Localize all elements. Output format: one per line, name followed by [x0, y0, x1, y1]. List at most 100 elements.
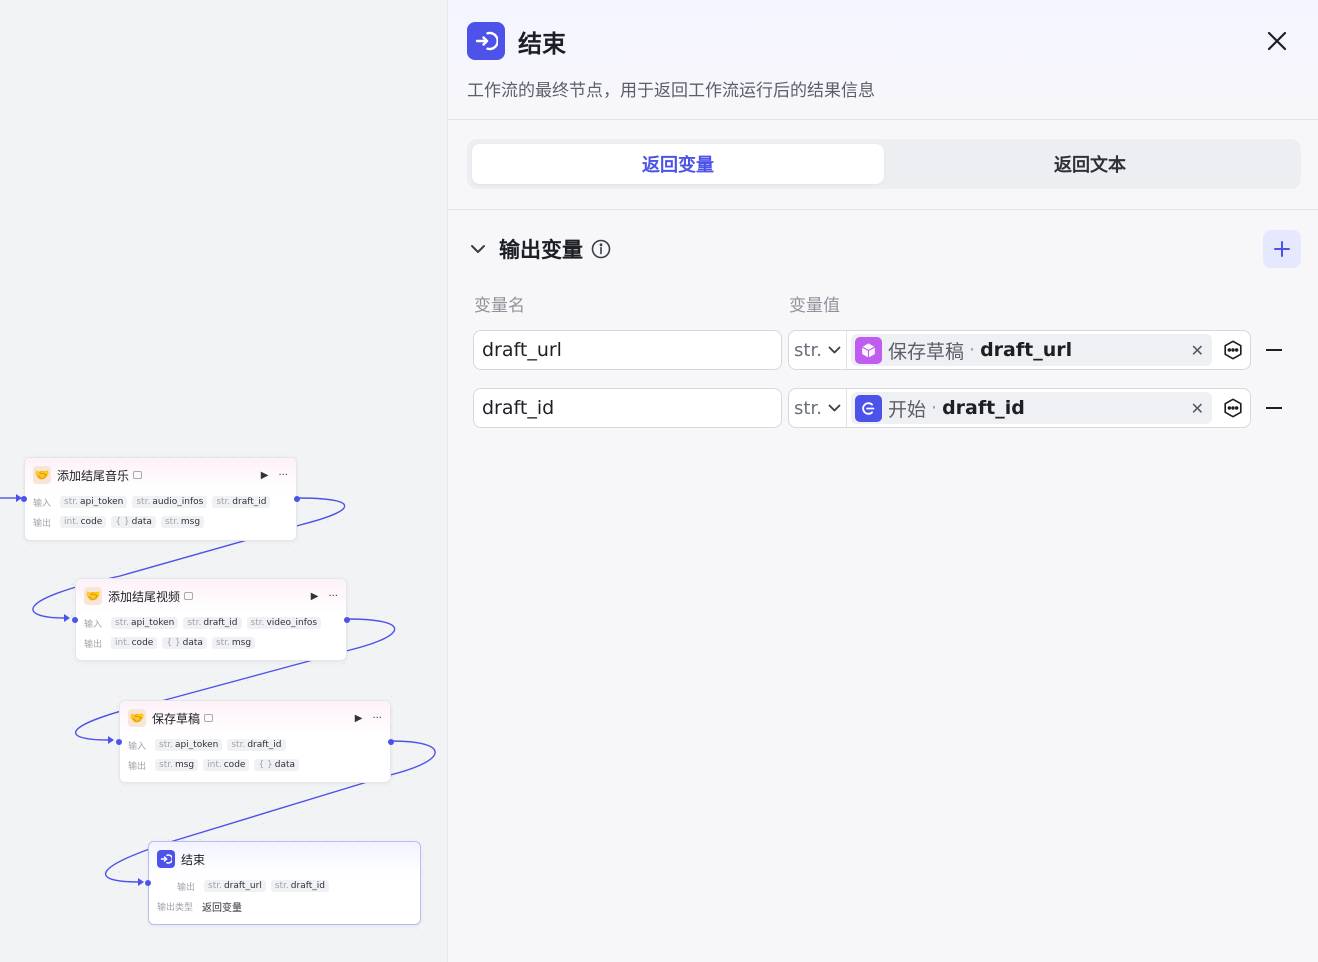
output-mode-tabs: 返回变量 返回文本 [467, 139, 1301, 189]
run-icon[interactable]: ▶ [355, 713, 363, 724]
param-pill: { } data [162, 637, 207, 649]
type-select[interactable]: str. [789, 331, 847, 369]
panel-title: 结束 [518, 29, 566, 58]
close-icon [1267, 31, 1287, 51]
clear-icon[interactable]: ✕ [1191, 341, 1204, 360]
variable-reference-tag[interactable]: 保存草稿 · draft_url ✕ [851, 334, 1212, 366]
param-pill: str. draft_id [227, 739, 286, 751]
section-title: 输出变量 [499, 238, 583, 262]
variable-name-input[interactable] [473, 388, 782, 428]
plugin-badge-icon [204, 714, 214, 722]
node-title: 保存草稿 [152, 711, 201, 726]
chevron-down-icon[interactable] [467, 238, 489, 260]
param-pill: int. code [60, 516, 107, 528]
tab-return-variables[interactable]: 返回变量 [472, 144, 884, 184]
variable-picker-button[interactable] [1216, 331, 1250, 369]
cube-icon [855, 336, 882, 364]
param-pill: str. api_token [155, 739, 223, 751]
plugin-badge-icon [184, 592, 194, 600]
remove-variable-button[interactable] [1251, 330, 1297, 370]
reference-variable-name: draft_url [980, 339, 1073, 361]
variable-value-field: str. 保存草稿 · draft_url ✕ [788, 330, 1251, 370]
reference-variable-name: draft_id [942, 397, 1025, 419]
param-pill: str. api_token [60, 496, 128, 508]
node-actions: ▶ ··· [261, 470, 288, 481]
column-headers: 变量名 变量值 [467, 288, 1301, 318]
handshake-icon: 🤝 [128, 709, 146, 727]
node-title: 结束 [181, 852, 206, 867]
node-actions: ▶ ··· [355, 713, 382, 724]
chevron-down-icon [828, 346, 841, 354]
variable-picker-button[interactable] [1216, 389, 1250, 427]
workflow-canvas[interactable]: 🤝 添加结尾音乐 ▶ ··· 输入 str. api_token str. audi… [0, 0, 447, 962]
panel-header: 结束 工作流的最终节点，用于返回工作流运行后的结果信息 [448, 0, 1318, 120]
tabs-container: 返回变量 返回文本 [448, 120, 1318, 210]
plus-icon [1274, 241, 1290, 257]
node-actions: ▶ ··· [311, 591, 338, 602]
run-icon[interactable]: ▶ [311, 591, 319, 602]
minus-icon [1266, 349, 1282, 351]
output-port[interactable] [388, 739, 394, 745]
output-variables-section: 输出变量 变量名 变量值 str. [448, 210, 1318, 428]
node-header: 🤝 添加结尾视频 ▶ ··· [76, 579, 346, 613]
param-pill: str. msg [155, 759, 199, 771]
node-end[interactable]: 结束 输出 str. draft_url str. draft_id 输出类型 返回… [145, 841, 421, 925]
remove-variable-button[interactable] [1251, 388, 1297, 428]
more-icon[interactable]: ··· [372, 713, 382, 724]
node-inputs-row: 输入 str. api_token str. draft_id [120, 735, 390, 755]
arrowhead [64, 614, 70, 622]
start-icon [855, 394, 882, 422]
exit-icon [157, 850, 175, 868]
outputs-label: 输出 [128, 761, 147, 772]
close-button[interactable] [1264, 28, 1290, 54]
inputs-label: 输入 [33, 498, 52, 509]
column-variable-name: 变量名 [474, 295, 525, 316]
tab-return-text[interactable]: 返回文本 [884, 144, 1296, 184]
param-pill: str. draft_id [212, 496, 271, 508]
chevron-down-icon [828, 404, 841, 412]
type-select[interactable]: str. [789, 389, 847, 427]
node-title: 添加结尾视频 [108, 589, 181, 604]
type-label: str. [794, 397, 822, 419]
input-port[interactable] [21, 496, 27, 502]
outputs-label: 输出 [177, 882, 196, 893]
handshake-icon: 🤝 [84, 587, 102, 605]
more-icon[interactable]: ··· [278, 470, 288, 481]
node-add-end-music[interactable]: 🤝 添加结尾音乐 ▶ ··· 输入 str. api_token str. audi… [21, 457, 300, 541]
info-icon[interactable] [591, 239, 611, 259]
variable-value-field: str. 开始 · draft_id ✕ [788, 388, 1251, 428]
output-type-label: 输出类型 [157, 902, 194, 913]
output-port[interactable] [344, 617, 350, 623]
section-header: 输出变量 [467, 210, 1301, 288]
node-save-draft[interactable]: 🤝 保存草稿 ▶ ··· 输入 str. api_token str. draft_… [116, 700, 394, 783]
add-variable-button[interactable] [1263, 230, 1301, 268]
node-settings-panel: 结束 工作流的最终节点，用于返回工作流运行后的结果信息 返回变量 返回文本 输出… [447, 0, 1318, 962]
node-outputs-row: 输出 str. msg int. code { } data [120, 755, 390, 775]
node-header: 🤝 保存草稿 ▶ ··· [120, 701, 390, 735]
node-header: 结束 [149, 842, 420, 876]
param-pill: str. msg [160, 516, 205, 528]
more-icon[interactable]: ··· [328, 591, 338, 602]
node-outputs-row: 输出 int. code { } data str. msg [76, 633, 346, 653]
param-pill: str. api_token [111, 617, 179, 629]
reference-node-name: 保存草稿 [888, 340, 965, 363]
node-header: 🤝 添加结尾音乐 ▶ ··· [25, 458, 296, 492]
run-icon[interactable]: ▶ [261, 470, 269, 481]
node-outputs-row: 输出 int. code { } data str. msg [25, 512, 296, 532]
variable-reference-tag[interactable]: 开始 · draft_id ✕ [851, 392, 1212, 424]
node-inputs-row: 输入 str. api_token str. audio_infos str. dra… [25, 492, 296, 512]
variable-hexagon-icon [1224, 340, 1242, 360]
node-add-end-video[interactable]: 🤝 添加结尾视频 ▶ ··· 输入 str. api_token str. draf… [72, 578, 350, 661]
variable-name-input[interactable] [473, 330, 782, 370]
param-pill: str. audio_infos [132, 496, 208, 508]
input-port[interactable] [116, 739, 122, 745]
output-port[interactable] [294, 496, 300, 502]
param-pill: str. draft_url [204, 880, 266, 892]
reference-separator: · [969, 339, 976, 361]
minus-icon [1266, 407, 1282, 409]
input-port[interactable] [145, 880, 151, 886]
param-pill: { } data [254, 759, 300, 771]
input-port[interactable] [72, 617, 78, 623]
column-variable-value: 变量值 [789, 295, 840, 316]
clear-icon[interactable]: ✕ [1191, 399, 1204, 418]
